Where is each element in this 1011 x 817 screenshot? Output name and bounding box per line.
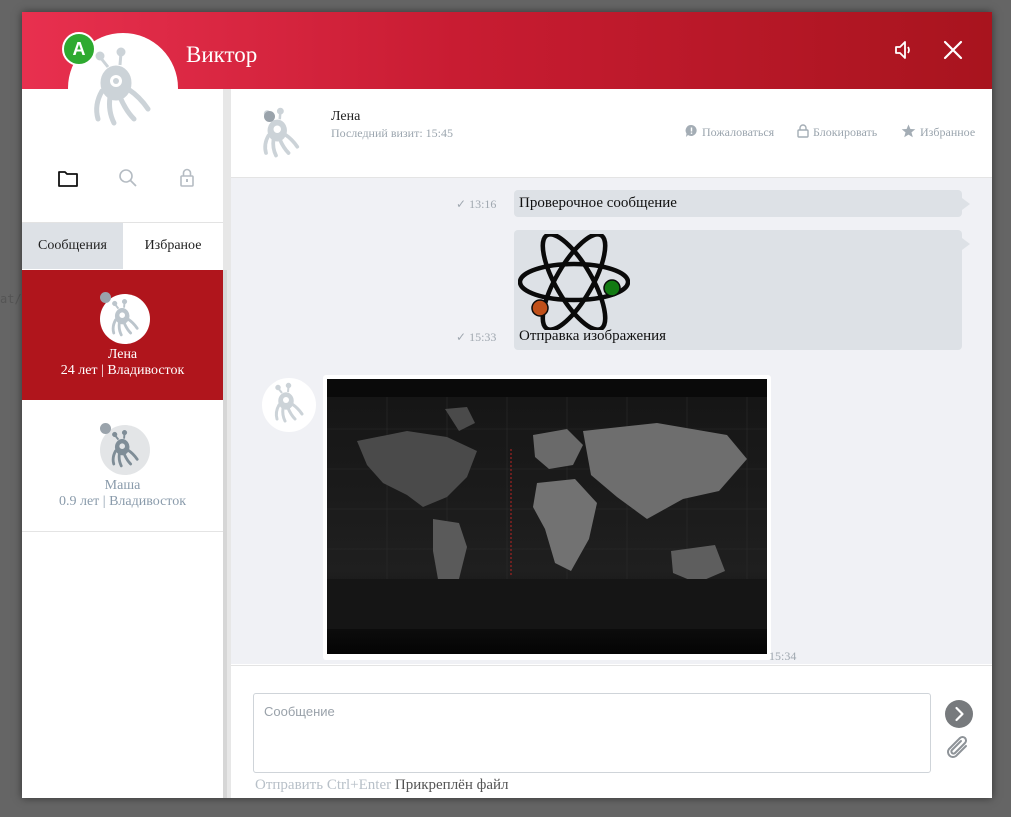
message-text: Отправка изображения bbox=[519, 328, 667, 344]
status-dot bbox=[264, 111, 275, 122]
message-bubble[interactable]: Проверочное сообщение bbox=[514, 190, 962, 217]
report-button[interactable]: Пожаловаться bbox=[685, 124, 774, 140]
bubble-tail bbox=[962, 238, 970, 250]
favorite-label: Избранное bbox=[920, 125, 976, 139]
send-button[interactable] bbox=[945, 700, 973, 728]
report-label: Пожаловаться bbox=[702, 125, 775, 139]
contact-name: Лена bbox=[107, 347, 138, 362]
delivered-check-icon: ✓ bbox=[456, 330, 467, 344]
online-badge: A bbox=[62, 32, 96, 66]
search-icon[interactable] bbox=[118, 168, 138, 193]
delivered-check-icon: ✓ bbox=[456, 197, 467, 211]
block-button[interactable]: Блокировать bbox=[797, 124, 877, 140]
chat-contact-name: Лена bbox=[331, 109, 361, 124]
chat-header: Лена Последний визит: 15:45 Пожаловаться… bbox=[231, 89, 992, 178]
contact-name: Маша bbox=[104, 478, 141, 493]
sidebar-tabs: Сообщения Избраное bbox=[22, 222, 223, 269]
tab-favorites[interactable]: Избраное bbox=[123, 223, 223, 269]
chevron-right-icon bbox=[955, 706, 964, 722]
tab-messages[interactable]: Сообщения bbox=[22, 223, 123, 269]
message-time: ✓ 15:33 bbox=[456, 330, 497, 344]
message-bubble[interactable]: Отправка изображения bbox=[514, 230, 962, 350]
contact-item-masha[interactable]: Маша 0.9 лет | Владивосток bbox=[22, 401, 223, 532]
status-dot bbox=[100, 292, 111, 303]
block-label: Блокировать bbox=[813, 125, 878, 139]
star-icon bbox=[901, 124, 916, 138]
sender-avatar[interactable] bbox=[262, 378, 316, 432]
attached-file-label: Прикреплён файл bbox=[394, 777, 509, 793]
close-icon[interactable] bbox=[941, 38, 965, 62]
contact-item-lena[interactable]: Лена 24 лет | Владивосток bbox=[22, 270, 223, 400]
last-visit-status: Последний визит: 15:45 bbox=[331, 126, 453, 140]
bubble-tail bbox=[962, 198, 970, 210]
contact-info: 24 лет | Владивосток bbox=[60, 363, 185, 378]
lock-icon[interactable] bbox=[179, 168, 195, 193]
message-list: ✓ 13:16 Проверочное сообщение ✓ 15:33 От… bbox=[231, 178, 992, 664]
message-time: 15:34 bbox=[769, 649, 797, 663]
world-map-image[interactable] bbox=[327, 379, 767, 654]
favorite-button[interactable]: Избранное bbox=[901, 124, 975, 140]
sound-icon[interactable] bbox=[892, 38, 916, 62]
contact-info: 0.9 лет | Владивосток bbox=[58, 494, 187, 509]
folder-icon[interactable] bbox=[57, 168, 79, 193]
paperclip-icon[interactable] bbox=[944, 732, 974, 767]
status-dot bbox=[100, 423, 111, 434]
compose-hint: Отправить Ctrl+Enter Прикреплён файл bbox=[255, 777, 509, 794]
message-time: ✓ 13:16 bbox=[456, 197, 497, 211]
atom-image[interactable] bbox=[518, 234, 630, 330]
chat-window: Виктор A Сообщения Избраное Лена 24 лет … bbox=[22, 12, 992, 798]
message-text: Проверочное сообщение bbox=[519, 195, 677, 211]
header-title: Виктор bbox=[186, 42, 258, 67]
message-input[interactable] bbox=[253, 693, 931, 773]
message-image-frame[interactable] bbox=[323, 375, 771, 660]
compose-area: Отправить Ctrl+Enter Прикреплён файл bbox=[231, 665, 992, 798]
sidebar-scrollbar-thumb[interactable] bbox=[223, 270, 227, 798]
report-icon bbox=[685, 124, 697, 137]
send-hint[interactable]: Отправить Ctrl+Enter bbox=[255, 777, 391, 793]
lock-icon bbox=[797, 124, 809, 138]
background-code-fragment: at/ bbox=[0, 292, 22, 306]
